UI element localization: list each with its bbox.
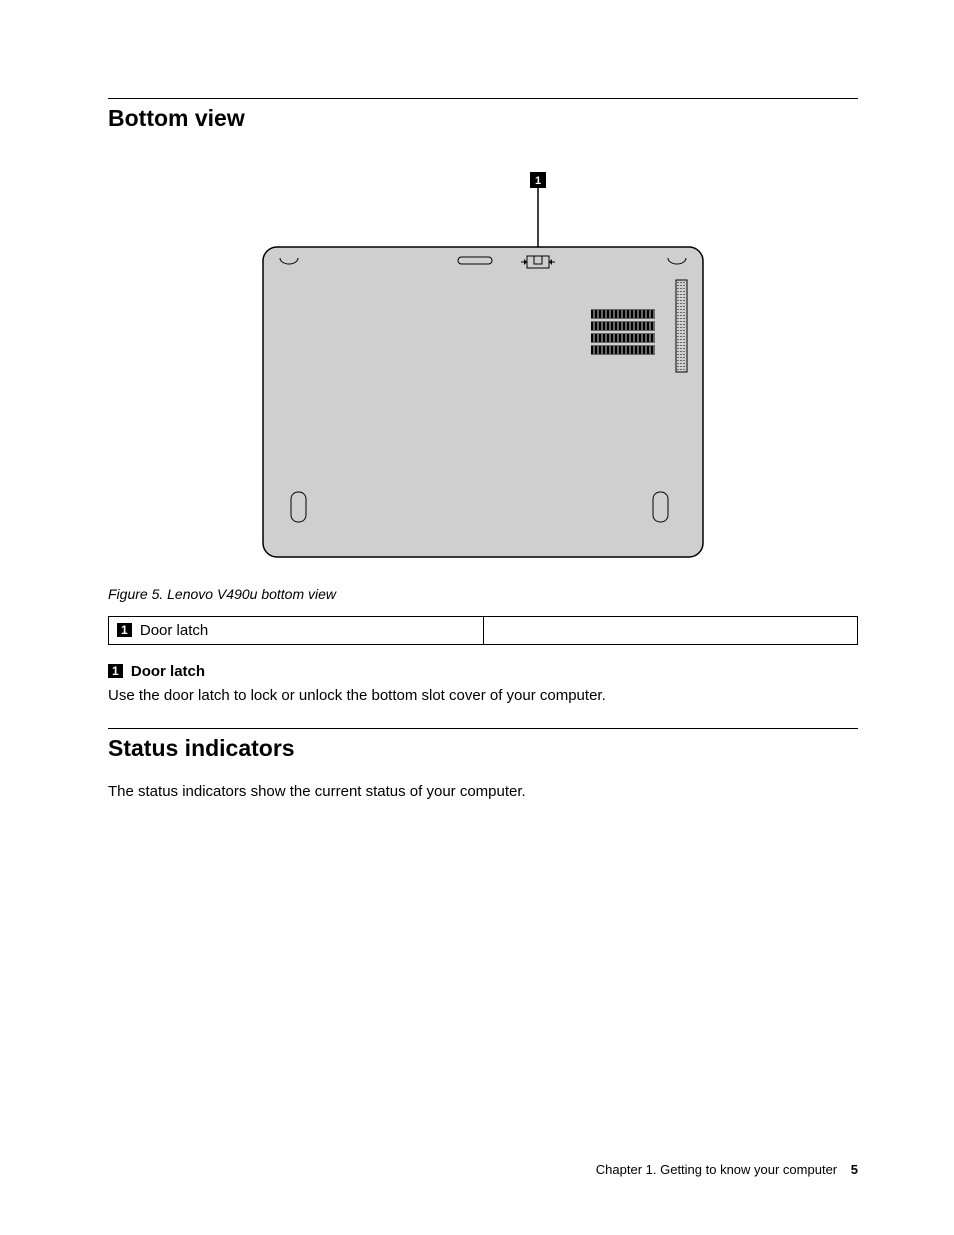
page-footer: Chapter 1. Getting to know your computer…	[596, 1162, 858, 1177]
item-callout-number: 1	[108, 664, 123, 678]
bottom-view-diagram: 1	[258, 172, 708, 567]
figure-caption: Figure 5. Lenovo V490u bottom view	[108, 586, 858, 602]
callout-number: 1	[535, 175, 541, 187]
item-heading-door-latch: 1 Door latch	[108, 663, 858, 680]
item-title: Door latch	[131, 663, 205, 680]
section-heading-bottom-view: Bottom view	[108, 105, 858, 132]
legend-label: Door latch	[140, 622, 208, 639]
legend-empty-cell	[483, 617, 858, 645]
legend-table: 1 Door latch	[108, 616, 858, 645]
section-rule	[108, 98, 858, 99]
status-indicators-body: The status indicators show the current s…	[108, 782, 858, 802]
table-row: 1 Door latch	[109, 617, 858, 645]
footer-chapter: Chapter 1. Getting to know your computer	[596, 1162, 837, 1177]
footer-page-number: 5	[851, 1162, 858, 1177]
legend-callout-number: 1	[117, 623, 132, 637]
figure-bottom-view: 1	[108, 172, 858, 572]
section-rule	[108, 728, 858, 729]
document-page: Bottom view 1	[0, 0, 954, 1235]
item-body-door-latch: Use the door latch to lock or unlock the…	[108, 686, 858, 706]
section-heading-status-indicators: Status indicators	[108, 735, 858, 762]
